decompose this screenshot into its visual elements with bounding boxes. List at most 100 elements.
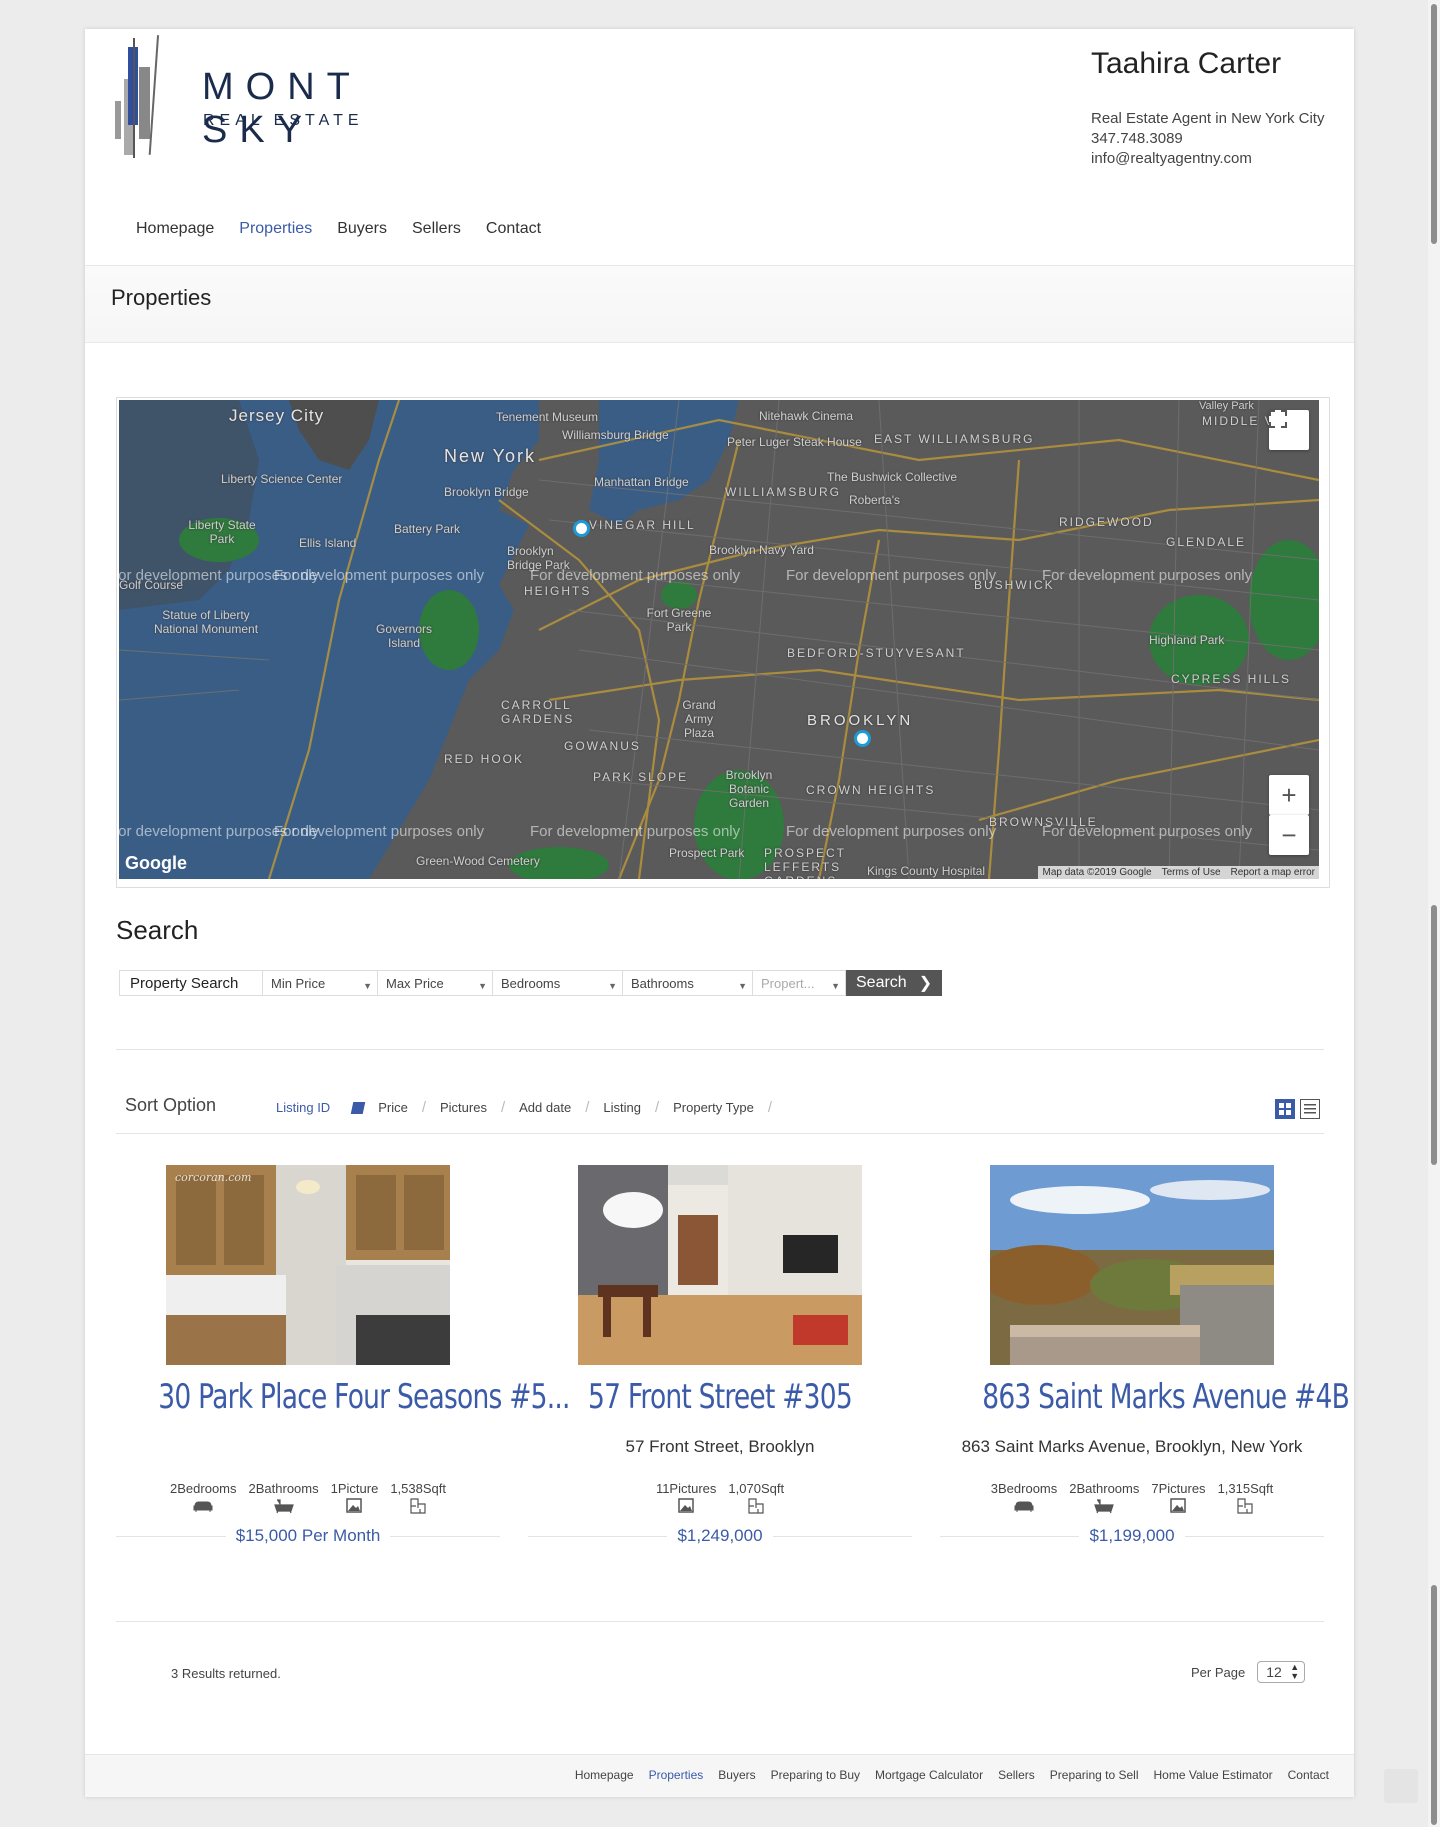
listing-title[interactable]: 30 Park Place Four Seasons #5... bbox=[158, 1377, 570, 1417]
footer-link-mortgage-calculator[interactable]: Mortgage Calculator bbox=[875, 1768, 983, 1782]
sort-price[interactable]: Price bbox=[378, 1100, 408, 1115]
zoom-in-button[interactable]: + bbox=[1269, 775, 1309, 815]
fullscreen-icon bbox=[1269, 410, 1287, 428]
nav-buyers[interactable]: Buyers bbox=[337, 220, 387, 238]
map-label-battery-park: Battery Park bbox=[394, 522, 461, 536]
separator: / bbox=[421, 1099, 426, 1116]
feature-pictures: 7Pictures bbox=[1151, 1481, 1206, 1514]
listing-address bbox=[116, 1437, 500, 1459]
listing-card[interactable]: 863 Saint Marks Avenue #4B 863 Saint Mar… bbox=[940, 1165, 1350, 1548]
min-price-select[interactable]: Min Price ▼ bbox=[262, 970, 377, 996]
dev-notice: For development purposes only bbox=[530, 823, 741, 840]
listing-features: 11Pictures 1,070Sqft bbox=[528, 1481, 912, 1514]
property-map[interactable]: Jersey City New York Tenement Museum Wil… bbox=[119, 400, 1319, 879]
listing-title[interactable]: 57 Front Street #305 bbox=[570, 1377, 870, 1417]
listing-title[interactable]: 863 Saint Marks Avenue #4B bbox=[982, 1377, 1350, 1417]
sort-options: Listing ID Price / Pictures / Add date /… bbox=[276, 1099, 786, 1116]
property-type-select[interactable]: Propert... ▼ bbox=[752, 970, 846, 996]
map-label-cypress-hills: CYPRESS HILLS bbox=[1171, 672, 1292, 686]
chevron-down-icon: ▼ bbox=[831, 981, 840, 991]
bedrooms-select[interactable]: Bedrooms ▼ bbox=[492, 970, 622, 996]
brand-logo[interactable]: MONT SKY REAL ESTATE bbox=[115, 33, 455, 163]
floorplan-icon bbox=[1237, 1498, 1253, 1514]
divider bbox=[116, 1049, 1324, 1050]
sort-pictures[interactable]: Pictures bbox=[440, 1100, 487, 1115]
zoom-out-button[interactable]: − bbox=[1269, 815, 1309, 855]
sort-option-label: Sort Option bbox=[125, 1095, 217, 1115]
footer-link-preparing-to-buy[interactable]: Preparing to Buy bbox=[771, 1768, 860, 1782]
map-label-fort-greene: Fort Greene Park bbox=[646, 606, 712, 634]
agent-phone[interactable]: 347.748.3089 bbox=[1091, 129, 1341, 149]
listing-photo-kitchen[interactable]: corcoran.com bbox=[166, 1165, 450, 1365]
sort-listing-id[interactable]: Listing ID bbox=[276, 1100, 330, 1115]
map-label-ellis-island: Ellis Island bbox=[299, 536, 357, 550]
feature-bedrooms: 3Bedrooms bbox=[991, 1481, 1057, 1514]
listing-card[interactable]: corcoran.com 30 Park Place Four Seasons … bbox=[116, 1165, 570, 1548]
feature-sqft: 1,070Sqft bbox=[728, 1481, 784, 1514]
per-page-control: Per Page 12 ▲ ▼ bbox=[1191, 1661, 1306, 1683]
scrollbar-thumb-bottom[interactable] bbox=[1431, 1585, 1437, 1825]
back-to-top-button[interactable] bbox=[1384, 1769, 1418, 1803]
sort-listing[interactable]: Listing bbox=[603, 1100, 641, 1115]
sort-add-date[interactable]: Add date bbox=[519, 1100, 571, 1115]
property-type-value: Propert... bbox=[761, 975, 815, 991]
separator: / bbox=[654, 1099, 660, 1116]
map-label-prospect-lefferts: PROSPECT LEFFERTS GARDENS bbox=[764, 846, 846, 879]
picture-icon bbox=[1170, 1498, 1187, 1513]
agent-email[interactable]: info@realtyagentny.com bbox=[1091, 149, 1341, 169]
footer-link-sellers[interactable]: Sellers bbox=[998, 1768, 1035, 1782]
feature-bedrooms: 2Bedrooms bbox=[170, 1481, 237, 1514]
property-search-label[interactable]: Property Search bbox=[119, 970, 262, 996]
map-label-williamsburg-bridge: Williamsburg Bridge bbox=[562, 428, 669, 442]
bathrooms-select[interactable]: Bathrooms ▼ bbox=[622, 970, 752, 996]
per-page-select[interactable]: 12 ▲ ▼ bbox=[1257, 1661, 1306, 1683]
footer-link-properties[interactable]: Properties bbox=[649, 1768, 704, 1782]
nav-homepage[interactable]: Homepage bbox=[136, 220, 214, 238]
price-row: $1,199,000 bbox=[940, 1526, 1324, 1548]
terms-of-use-link[interactable]: Terms of Use bbox=[1162, 867, 1221, 878]
dev-notice: For development purposes only bbox=[274, 823, 485, 840]
window-scrollbar[interactable] bbox=[1428, 0, 1440, 1827]
footer-link-home-value-estimator[interactable]: Home Value Estimator bbox=[1153, 1768, 1272, 1782]
sort-direction-icon[interactable] bbox=[350, 1101, 366, 1114]
grid-view-button[interactable] bbox=[1275, 1099, 1295, 1119]
footer-link-preparing-to-sell[interactable]: Preparing to Sell bbox=[1050, 1768, 1139, 1782]
max-price-select[interactable]: Max Price ▼ bbox=[377, 970, 492, 996]
dining-photo-image bbox=[578, 1165, 862, 1365]
page-title-band: Properties bbox=[85, 265, 1354, 343]
map-marker-57-front-street[interactable] bbox=[573, 520, 590, 537]
list-view-button[interactable] bbox=[1300, 1099, 1320, 1119]
map-label-red-hook: RED HOOK bbox=[444, 752, 525, 766]
dev-notice: For development purposes only bbox=[530, 567, 741, 584]
map-label-botanic: Brooklyn Botanic Garden bbox=[725, 768, 773, 810]
sort-property-type[interactable]: Property Type bbox=[673, 1100, 754, 1115]
search-button[interactable]: Search ❯ bbox=[846, 970, 943, 996]
map-label-manhattan-bridge: Manhattan Bridge bbox=[594, 475, 689, 489]
search-bar: Property Search Min Price ▼ Max Price ▼ … bbox=[119, 970, 943, 996]
nav-sellers[interactable]: Sellers bbox=[412, 220, 461, 238]
scrollbar-thumb-middle[interactable] bbox=[1431, 905, 1437, 1165]
nav-contact[interactable]: Contact bbox=[486, 220, 541, 238]
price-row: $15,000 Per Month bbox=[116, 1526, 500, 1548]
picture-icon bbox=[678, 1498, 694, 1513]
listing-photo-dining[interactable] bbox=[578, 1165, 862, 1365]
page-title: Properties bbox=[111, 285, 212, 310]
report-map-error-link[interactable]: Report a map error bbox=[1231, 867, 1315, 878]
fullscreen-button[interactable] bbox=[1269, 410, 1309, 450]
footer-link-homepage[interactable]: Homepage bbox=[575, 1768, 634, 1782]
google-logo[interactable]: Google bbox=[125, 853, 187, 874]
listing-card[interactable]: 57 Front Street #305 57 Front Street, Br… bbox=[528, 1165, 912, 1548]
map-label-valley-park: Valley Park bbox=[1199, 400, 1254, 412]
chevron-down-icon: ▼ bbox=[608, 981, 617, 991]
listing-photo-view[interactable] bbox=[990, 1165, 1274, 1365]
chevron-right-icon: ❯ bbox=[918, 975, 933, 992]
listing-price: $1,249,000 bbox=[667, 1526, 773, 1546]
map-marker-863-saint-marks[interactable] bbox=[854, 730, 871, 747]
footer-link-contact[interactable]: Contact bbox=[1288, 1768, 1329, 1782]
logo-mark-icon bbox=[115, 35, 160, 158]
nav-properties[interactable]: Properties bbox=[239, 220, 312, 238]
scrollbar-thumb-top[interactable] bbox=[1431, 4, 1437, 244]
feature-label: 1,315Sqft bbox=[1217, 1481, 1274, 1496]
footer-link-buyers[interactable]: Buyers bbox=[718, 1768, 755, 1782]
view-photo-image bbox=[990, 1165, 1274, 1365]
